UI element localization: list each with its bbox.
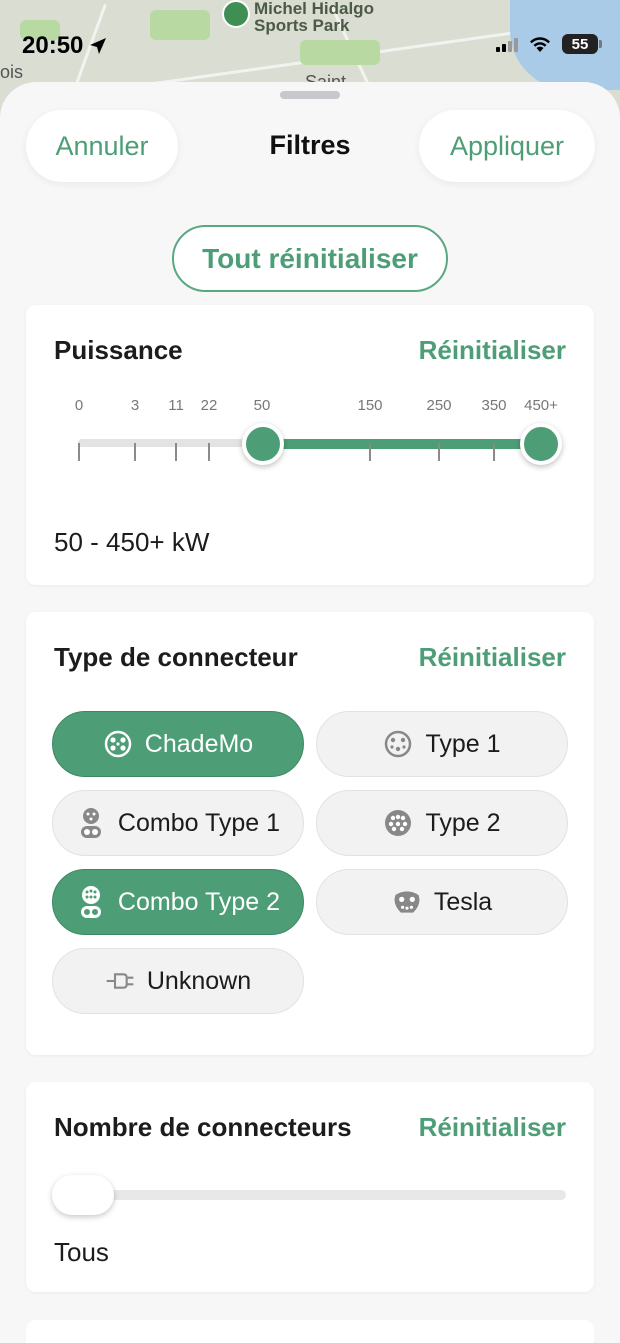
status-time-text: 20:50 xyxy=(22,32,84,59)
power-tick xyxy=(134,443,136,461)
connector-chip-tesla[interactable]: Tesla xyxy=(316,869,568,935)
power-max-thumb[interactable] xyxy=(520,423,562,465)
power-tick-label: 250 xyxy=(426,397,452,414)
connector-chip-unknown[interactable]: Unknown xyxy=(52,948,304,1014)
power-min-thumb[interactable] xyxy=(242,423,284,465)
power-tick xyxy=(78,443,80,461)
power-tick-label: 0 xyxy=(74,397,84,414)
reset-all-button[interactable]: Tout réinitialiser xyxy=(172,225,448,292)
connector-count-card: Nombre de connecteurs Réinitialiser Tous xyxy=(26,1082,594,1292)
power-slider-range xyxy=(262,439,541,449)
apply-button[interactable]: Appliquer xyxy=(419,110,595,182)
power-tick-label: 50 xyxy=(253,397,271,414)
location-arrow-icon xyxy=(90,38,107,54)
connector-chip-type1[interactable]: Type 1 xyxy=(316,711,568,777)
connector-chip-combo-type2[interactable]: Combo Type 2 xyxy=(52,869,304,935)
connector-type-reset-button[interactable]: Réinitialiser xyxy=(419,642,566,673)
connector-chip-chademo[interactable]: ChadeMo xyxy=(52,711,304,777)
filters-sheet: Annuler Filtres Appliquer Tout réinitial… xyxy=(0,82,620,1343)
type2-icon xyxy=(383,808,413,838)
power-tick-label: 450+ xyxy=(524,397,558,414)
connector-chip-label: Type 1 xyxy=(425,729,501,758)
power-tick xyxy=(493,443,495,461)
connector-count-reset-button[interactable]: Réinitialiser xyxy=(419,1112,566,1143)
combo-type1-icon xyxy=(76,808,106,838)
type1-icon xyxy=(383,729,413,759)
tesla-icon xyxy=(392,887,422,917)
connector-type-title: Type de connecteur xyxy=(54,642,298,672)
unknown-plug-icon xyxy=(105,966,135,996)
connector-chip-combo-type1[interactable]: Combo Type 1 xyxy=(52,790,304,856)
connector-chip-label: ChadeMo xyxy=(144,729,254,758)
connector-count-value: Tous xyxy=(54,1237,109,1267)
connector-type-card: Type de connecteur Réinitialiser ChadeMo… xyxy=(26,612,594,1055)
power-tick xyxy=(369,443,371,461)
power-card: Puissance Réinitialiser 0 3 11 22 50 150… xyxy=(26,305,594,585)
status-icons: 55 xyxy=(496,34,602,54)
sheet-grabber[interactable] xyxy=(280,91,340,99)
connector-chip-label: Combo Type 2 xyxy=(117,887,281,916)
connector-chip-label: Tesla xyxy=(433,887,493,916)
map-fragment-left: ois xyxy=(0,62,24,82)
battery-icon: 55 xyxy=(562,34,602,54)
power-tick xyxy=(175,443,177,461)
map-park-label-line1: Michel Hidalgo xyxy=(254,0,374,18)
cellular-signal-icon xyxy=(496,36,518,52)
chademo-icon xyxy=(103,729,133,759)
connector-count-slider-track[interactable] xyxy=(54,1190,566,1200)
power-reset-button[interactable]: Réinitialiser xyxy=(419,335,566,366)
power-tick-label: 11 xyxy=(168,397,184,414)
connector-chip-type2[interactable]: Type 2 xyxy=(316,790,568,856)
power-tick-label: 3 xyxy=(130,397,140,414)
connector-chip-label: Type 2 xyxy=(425,808,501,837)
power-tick xyxy=(438,443,440,461)
status-time: 20:50 xyxy=(22,32,107,60)
power-tick xyxy=(208,443,210,461)
next-filter-card xyxy=(26,1320,594,1343)
power-range-value: 50 - 450+ kW xyxy=(54,527,210,557)
status-bar: 20:50 55 xyxy=(0,30,620,60)
power-title: Puissance xyxy=(54,335,183,365)
power-tick-label: 150 xyxy=(357,397,383,414)
connector-count-slider-thumb[interactable] xyxy=(52,1175,114,1215)
connector-chip-label: Combo Type 1 xyxy=(117,808,281,837)
power-tick-label: 22 xyxy=(200,397,218,414)
combo-type2-icon xyxy=(76,886,106,918)
connector-chip-label: Unknown xyxy=(146,966,252,995)
connector-count-title: Nombre de connecteurs xyxy=(54,1112,352,1142)
wifi-icon xyxy=(530,37,550,52)
park-pin-icon xyxy=(222,0,250,28)
power-tick-label: 350 xyxy=(481,397,507,414)
